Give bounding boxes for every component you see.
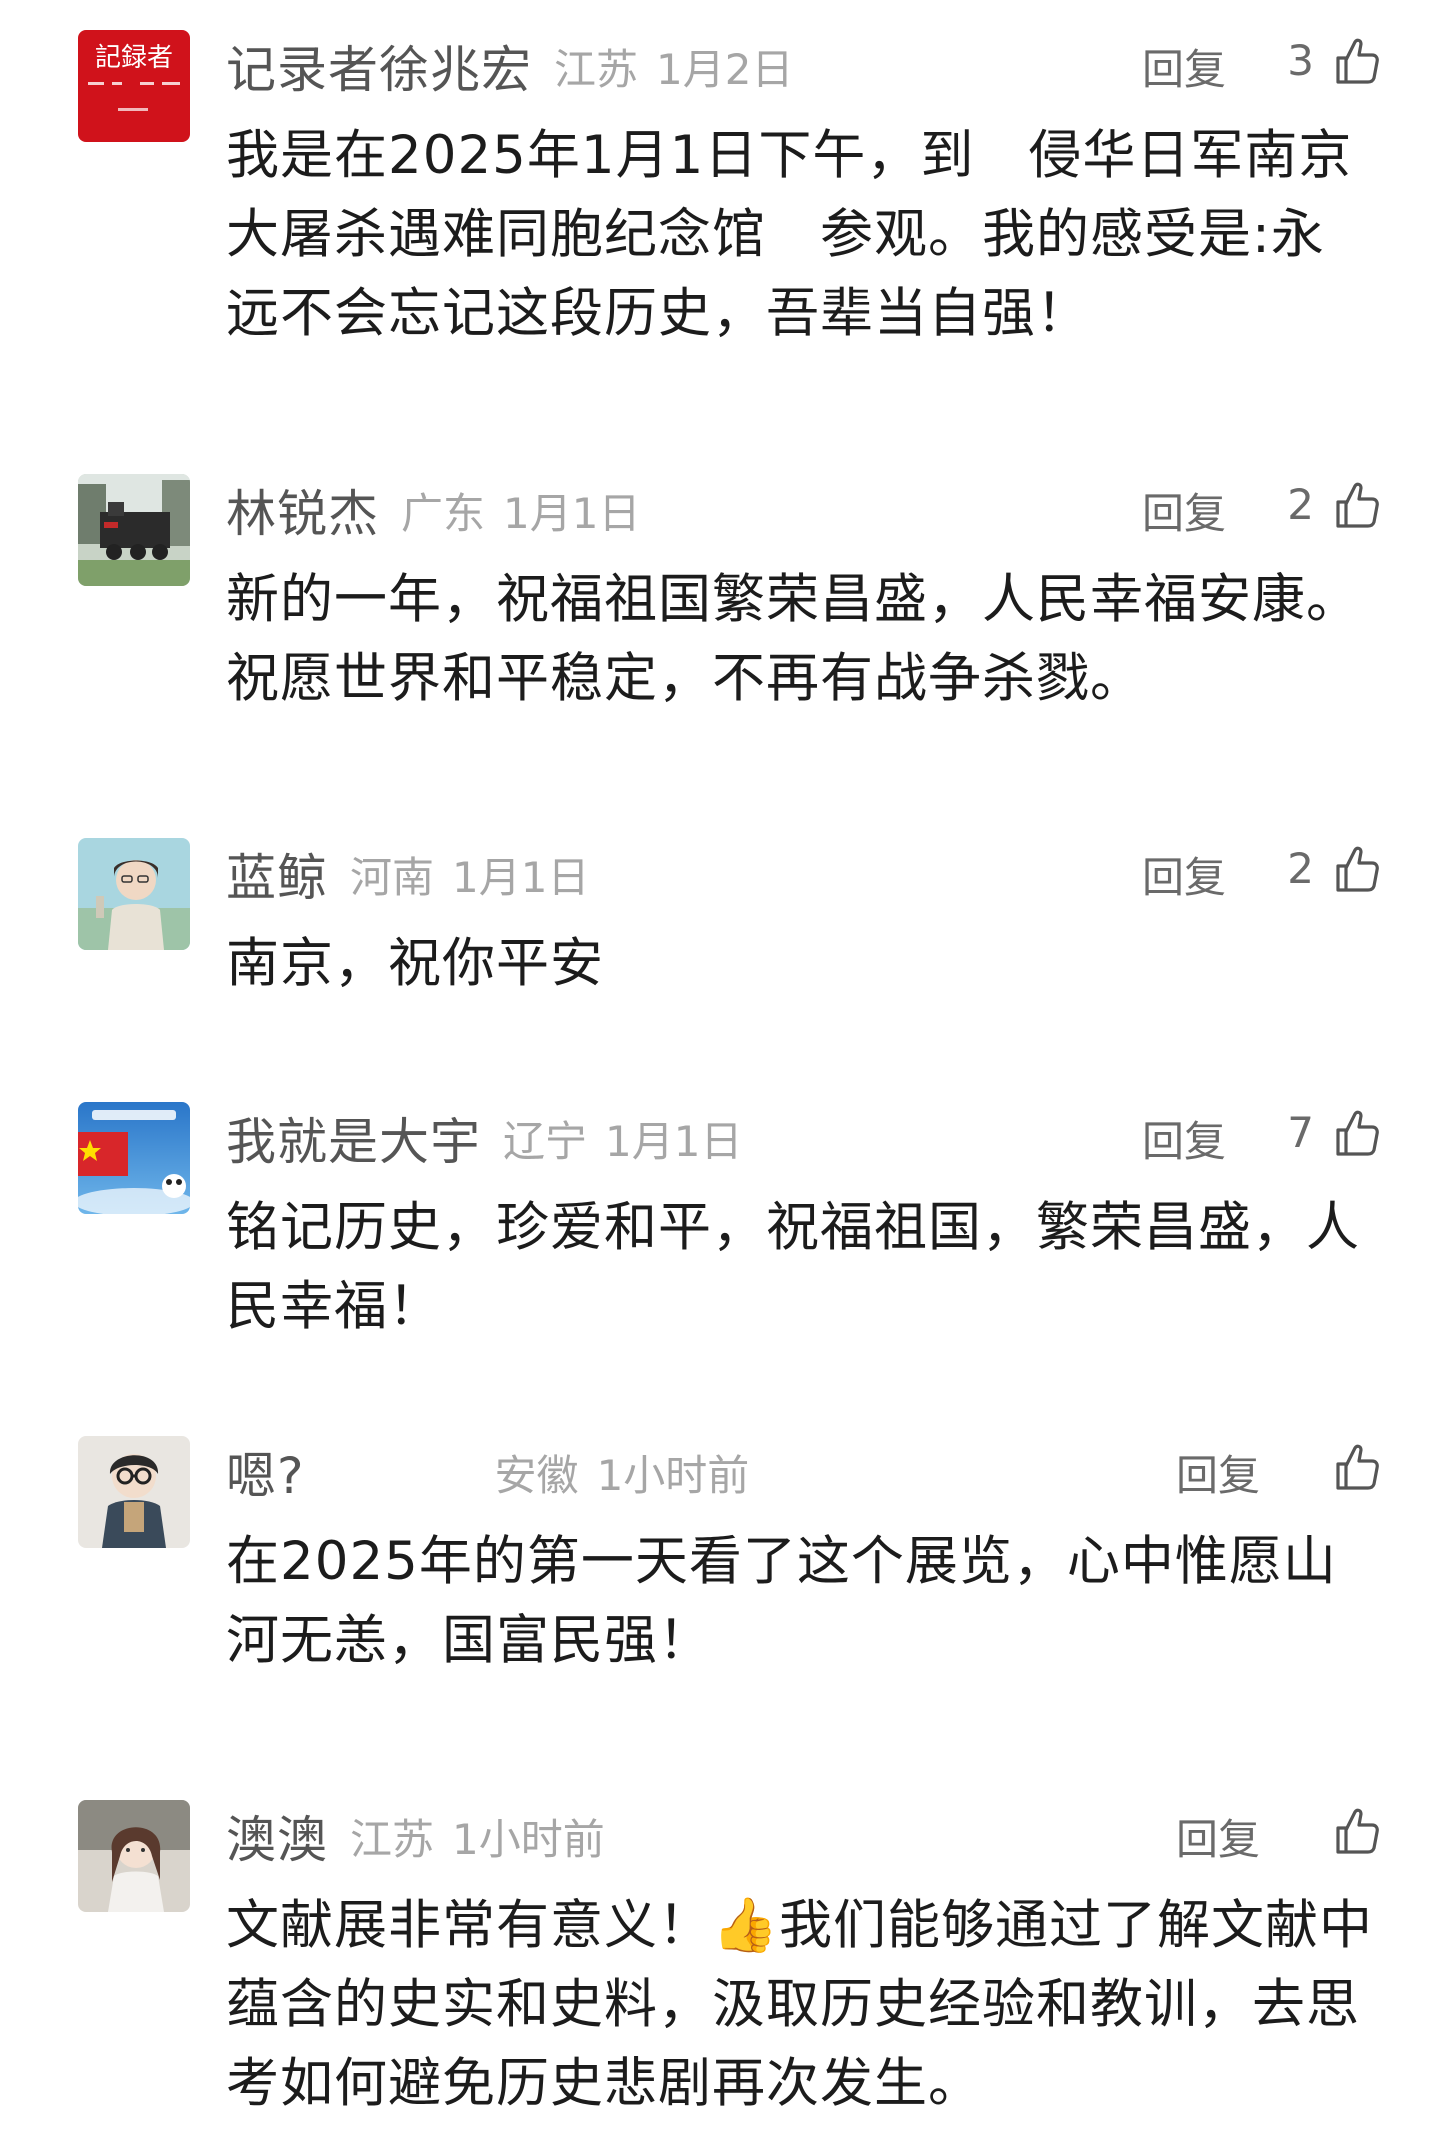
commenter-region: 广东 [401,488,486,538]
avatar-image: 記録者 [78,30,190,142]
avatar[interactable] [78,1800,190,1912]
reply-button[interactable]: 回复 [1142,844,1226,905]
thumbs-up-icon[interactable] [1330,1442,1382,1494]
comment-header: 林锐杰 广东 1月1日 [226,478,640,543]
thumbs-up-icon[interactable] [1330,36,1382,88]
comment-meta: 广东 1月1日 [401,480,640,541]
avatar[interactable] [78,474,190,586]
comment-header: 嗯? 安徽 1小时前 [226,1440,750,1505]
reply-button[interactable]: 回复 [1142,36,1226,97]
commenter-name[interactable]: 嗯? [226,1436,305,1508]
comment-date: 1月2日 [656,44,794,94]
avatar-image [78,1102,190,1214]
avatar[interactable] [78,838,190,950]
comment-meta: 河南 1月1日 [350,844,589,905]
comment-meta: 江苏 1月2日 [554,36,793,97]
comment-text: 铭记历史，珍爱和平，祝福祖国，繁荣昌盛，人民幸福！ [226,1197,1360,1337]
reply-button[interactable]: 回复 [1176,1442,1260,1503]
commenter-name[interactable]: 林锐杰 [226,474,379,546]
comment-meta: 江苏 1小时前 [350,1806,605,1867]
commenter-region: 安徽 [494,1450,579,1500]
thumbs-up-icon[interactable] [1330,480,1382,532]
avatar[interactable] [78,1436,190,1548]
comment-meta: 辽宁 1月1日 [503,1108,742,1169]
avatar-image [78,474,190,586]
comment-text: 我是在2025年1月1日下午，到 侵华日军南京大屠杀遇难同胞纪念馆 参观。我的感… [226,125,1353,344]
comment-header: 记录者徐兆宏 江苏 1月2日 [226,34,793,99]
like-count: 7 [1287,1108,1314,1157]
thumbs-up-icon[interactable] [1330,844,1382,896]
reply-button[interactable]: 回复 [1142,1108,1226,1169]
avatar-logo-text: 記録者 [95,43,173,73]
comment-date: 1月1日 [503,488,641,538]
commenter-name[interactable]: 记录者徐兆宏 [226,30,532,102]
comment-date: 1小时前 [452,1814,605,1864]
comment-text: 新的一年，祝福祖国繁荣昌盛，人民幸福安康。祝愿世界和平稳定，不再有战争杀戮。 [226,569,1360,709]
thumbs-up-icon[interactable] [1330,1108,1382,1160]
comment-text: 文献展非常有意义！👍我们能够通过了解文献中蕴含的史实和史料，汲取历史经验和教训，… [226,1895,1373,2114]
comment-date: 1月1日 [605,1116,743,1166]
like-count: 3 [1287,36,1314,85]
commenter-name[interactable]: 澳澳 [226,1800,328,1872]
avatar[interactable]: 記録者 [78,30,190,142]
comment-date: 1小时前 [596,1450,750,1500]
like-count: 2 [1287,844,1314,893]
comment-date: 1月1日 [452,852,590,902]
commenter-name[interactable]: 我就是大宇 [226,1102,481,1174]
comment-meta: 安徽 1小时前 [495,1442,750,1503]
comment-text: 南京，祝你平安 [226,933,604,994]
comment-header: 我就是大宇 辽宁 1月1日 [226,1106,742,1171]
like-count: 2 [1287,480,1314,529]
thumbs-up-icon[interactable] [1330,1806,1382,1858]
avatar-image [78,1800,190,1912]
comment-text: 在2025年的第一天看了这个展览，心中惟愿山河无恙，国富民强！ [226,1531,1337,1671]
commenter-name[interactable]: 蓝鲸 [226,838,328,910]
comment-header: 蓝鲸 河南 1月1日 [226,842,589,907]
avatar-image [78,838,190,950]
comment-header: 澳澳 江苏 1小时前 [226,1804,605,1869]
avatar-image [78,1436,190,1548]
commenter-region: 江苏 [350,1814,435,1864]
commenter-region: 辽宁 [503,1116,588,1166]
reply-button[interactable]: 回复 [1142,480,1226,541]
avatar[interactable] [78,1102,190,1214]
reply-button[interactable]: 回复 [1176,1806,1260,1867]
commenter-region: 河南 [350,852,435,902]
commenter-region: 江苏 [554,44,639,94]
